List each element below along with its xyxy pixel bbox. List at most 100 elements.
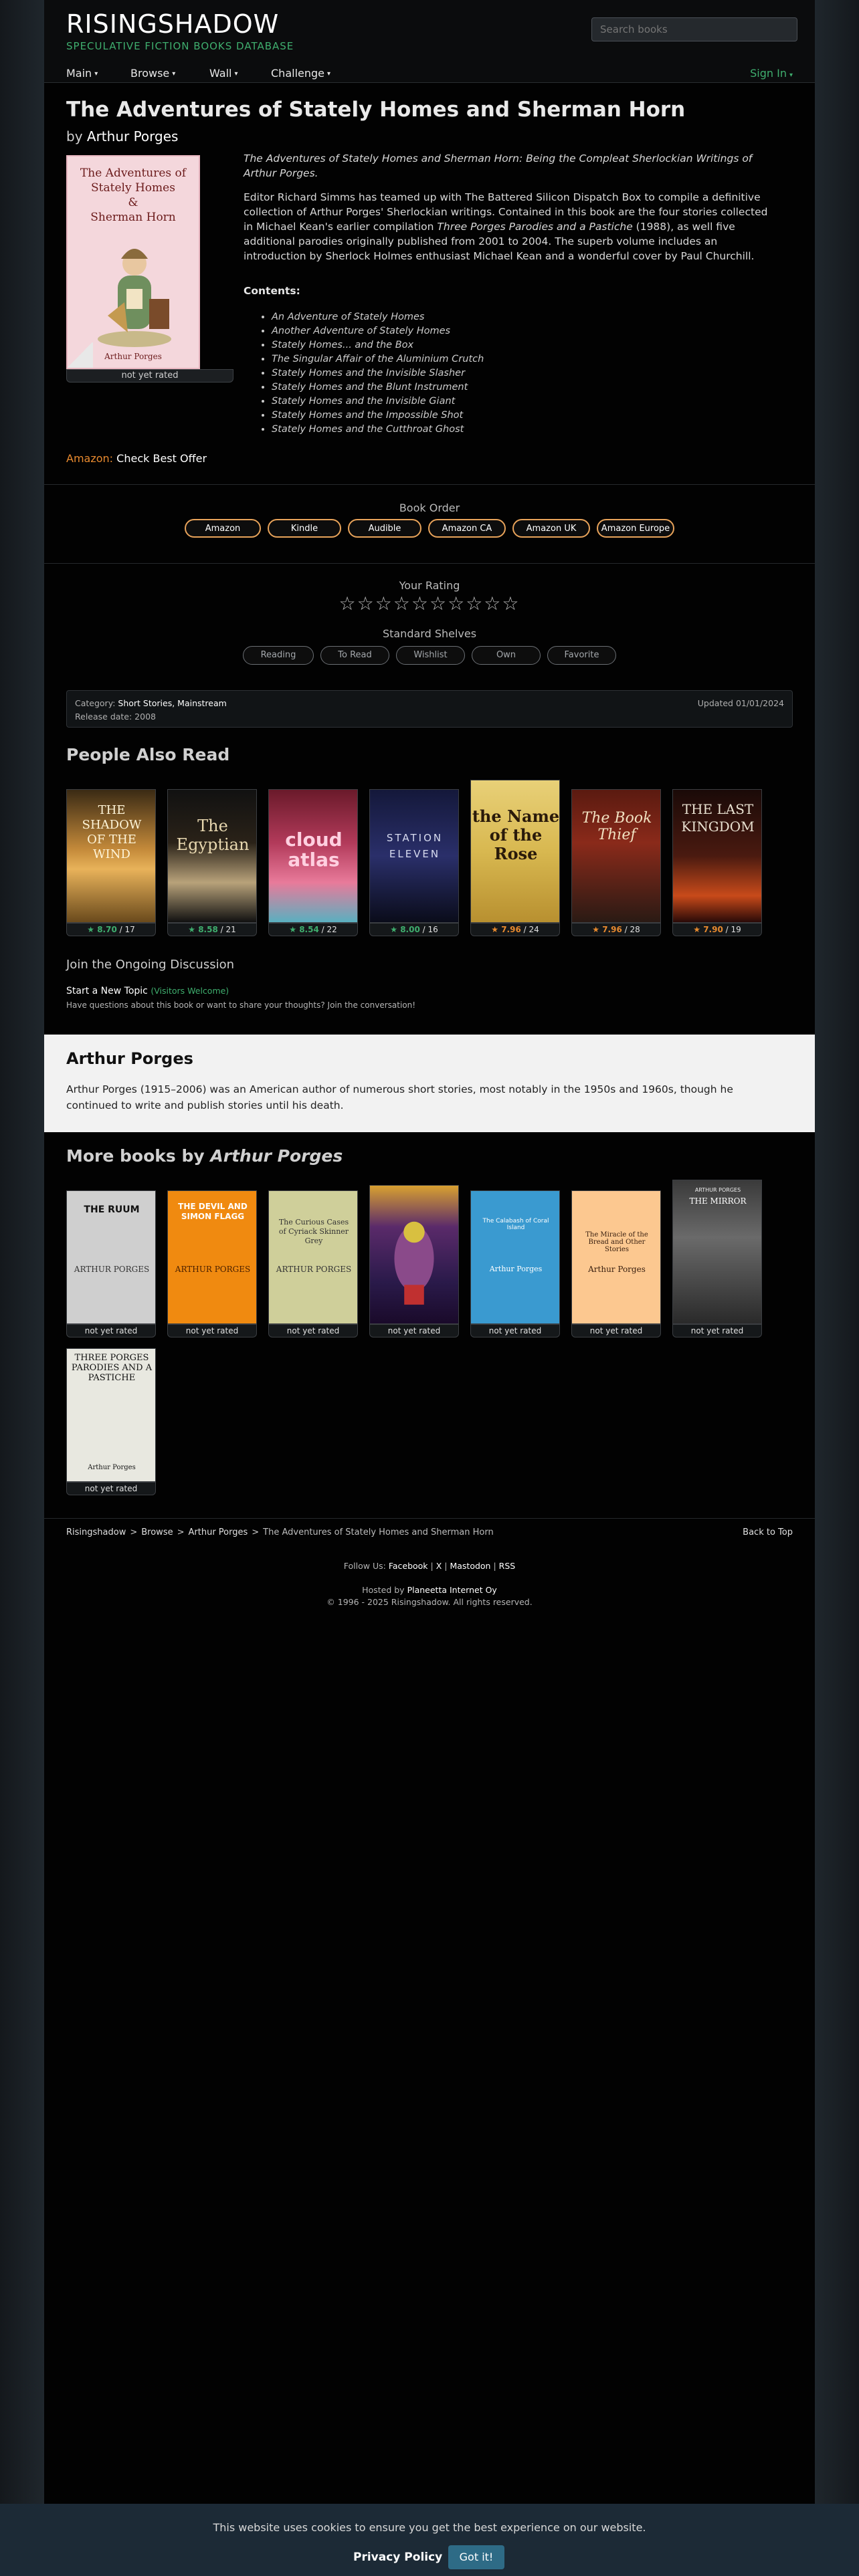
cover-text: THE LAST KINGDOM xyxy=(681,801,755,835)
corner-flag-icon xyxy=(66,342,93,368)
shelf-favorite-button[interactable]: Favorite xyxy=(547,646,616,665)
footer-hosted: Hosted by Planeetta Internet Oy xyxy=(44,1585,815,1595)
rating-count: 21 xyxy=(225,925,236,934)
cover-author: Arthur Porges xyxy=(88,1464,136,1471)
rating-score: 7.96 xyxy=(602,925,622,934)
cover-text: THE SHADOW OF THE WIND xyxy=(82,803,142,861)
mastodon-link[interactable]: Mastodon xyxy=(450,1561,490,1571)
contents-item: Stately Homes and the Blunt Instrument xyxy=(272,381,484,395)
nav-main[interactable]: Main ▾ xyxy=(66,67,98,80)
rating-score: 8.54 xyxy=(299,925,319,934)
cover-text: The Curious Cases of Cyriack Skinner Gre… xyxy=(278,1218,349,1245)
order-amazon-ca-button[interactable]: Amazon CA xyxy=(428,519,506,538)
back-to-top-link[interactable]: Back to Top xyxy=(743,1527,793,1537)
book-order-heading: Book Order xyxy=(399,502,460,514)
cookie-accept-button[interactable]: Got it! xyxy=(448,2545,504,2569)
breadcrumb-separator: > xyxy=(252,1527,260,1537)
book-rating: ★ 7.90 / 19 xyxy=(672,923,762,936)
more-books-author: Arthur Porges xyxy=(210,1146,343,1166)
divider xyxy=(44,484,815,485)
shelf-to-read-button[interactable]: To Read xyxy=(320,646,389,665)
nav-wall[interactable]: Wall ▾ xyxy=(209,67,238,80)
author-box: Arthur Porges Arthur Porges (1915–2006) … xyxy=(44,1035,815,1132)
rating-score: 8.00 xyxy=(400,925,420,934)
author-name: Arthur Porges xyxy=(66,1049,193,1068)
breadcrumb-author[interactable]: Arthur Porges xyxy=(189,1527,248,1537)
page: RISINGSHADOW SPECULATIVE FICTION BOOKS D… xyxy=(44,0,815,2576)
cover-author: Arthur Porges xyxy=(489,1265,543,1273)
sign-in-link[interactable]: Sign In ▾ xyxy=(750,67,793,80)
order-amazon-uk-button[interactable]: Amazon UK xyxy=(512,519,590,538)
rss-link[interactable]: RSS xyxy=(499,1561,516,1571)
category-value[interactable]: Short Stories, Mainstream xyxy=(118,698,226,708)
cover-text: The Book Thief xyxy=(581,810,652,843)
breadcrumb: Risingshadow > Browse > Arthur Porges > The Ad… xyxy=(66,1527,494,1537)
contents-item: An Adventure of Stately Homes xyxy=(272,310,484,324)
page-title: The Adventures of Stately Homes and Sher… xyxy=(66,98,686,122)
more-books-heading: More books by Arthur Porges xyxy=(66,1146,343,1166)
privacy-policy-link[interactable]: Privacy Policy xyxy=(353,2551,442,2564)
star-icon: ★ xyxy=(390,925,401,934)
contents-item: Stately Homes and the Invisible Giant xyxy=(272,395,484,409)
shelf-wishlist-button[interactable]: Wishlist xyxy=(396,646,465,665)
book-cover[interactable]: The Adventures of Stately Homes & Sherma… xyxy=(66,155,200,369)
divider xyxy=(44,563,815,564)
breadcrumb-current: The Adventures of Stately Homes and Sher… xyxy=(263,1527,494,1537)
nav-browse[interactable]: Browse ▾ xyxy=(130,67,175,80)
shelf-buttons: Reading To Read Wishlist Own Favorite xyxy=(44,646,815,665)
host-link[interactable]: Planeetta Internet Oy xyxy=(407,1585,497,1595)
nav-browse-label: Browse xyxy=(130,67,170,80)
star-rating-input[interactable]: ☆☆☆☆☆☆☆☆☆☆ xyxy=(44,593,815,615)
amazon-label: Amazon: xyxy=(66,452,114,465)
breadcrumb-separator: > xyxy=(130,1527,138,1537)
amazon-offer[interactable]: Amazon: Check Best Offer xyxy=(66,452,207,465)
cover-illustration xyxy=(394,1221,434,1305)
book-rating: ★ 7.96 / 28 xyxy=(571,923,661,936)
author-link[interactable]: Arthur Porges xyxy=(87,128,179,144)
amazon-offer-link[interactable]: Check Best Offer xyxy=(116,452,207,465)
facebook-link[interactable]: Facebook xyxy=(389,1561,428,1571)
book-cover: THE LAST KINGDOM xyxy=(672,789,762,923)
book-cover xyxy=(369,1185,459,1324)
order-kindle-button[interactable]: Kindle xyxy=(268,519,341,538)
footer-follow: Follow Us: Facebook | X | Mastodon | RSS xyxy=(343,1561,516,1571)
order-amazon-europe-button[interactable]: Amazon Europe xyxy=(597,519,674,538)
cookie-message: This website uses cookies to ensure you … xyxy=(213,2521,646,2534)
star-icon: ★ xyxy=(289,925,300,934)
contents-item: Stately Homes and the Invisible Slasher xyxy=(272,366,484,381)
breadcrumb-browse[interactable]: Browse xyxy=(141,1527,173,1537)
rating-status: not yet rated xyxy=(470,1324,560,1337)
cover-title-line: The Adventures of xyxy=(80,167,187,180)
rating-status: not yet rated xyxy=(66,1324,156,1337)
book-rating: ★ 8.70 / 17 xyxy=(66,923,156,936)
cookie-banner: This website uses cookies to ensure you … xyxy=(0,2504,859,2576)
contents-heading: Contents: xyxy=(244,285,300,297)
order-audible-button[interactable]: Audible xyxy=(348,519,421,538)
cover-author: ARTHUR PORGES xyxy=(276,1265,352,1274)
shelf-own-button[interactable]: Own xyxy=(472,646,541,665)
chevron-down-icon: ▾ xyxy=(94,70,98,78)
book-cover: The Curious Cases of Cyriack Skinner Gre… xyxy=(268,1190,358,1324)
rating-count: 17 xyxy=(124,925,135,934)
shelf-reading-button[interactable]: Reading xyxy=(243,646,314,665)
nav-challenge[interactable]: Challenge ▾ xyxy=(271,67,330,80)
cover-text: The Miracle of the Bread and Other Stori… xyxy=(585,1231,648,1253)
star-icon: ★ xyxy=(592,925,603,934)
order-amazon-button[interactable]: Amazon xyxy=(185,519,261,538)
site-logo[interactable]: RISINGSHADOW xyxy=(66,9,279,39)
breadcrumb-home[interactable]: Risingshadow xyxy=(66,1527,126,1537)
cover-title-line: Stately Homes xyxy=(91,181,175,195)
contents-list: An Adventure of Stately Homes Another Ad… xyxy=(272,310,484,437)
x-link[interactable]: X xyxy=(436,1561,442,1571)
new-topic-link[interactable]: Start a New Topic (Visitors Welcome) xyxy=(66,986,229,996)
search-input[interactable] xyxy=(591,17,797,41)
star-icon: ★ xyxy=(693,925,704,934)
hosted-label: Hosted by xyxy=(362,1585,405,1595)
cover-title-line: Sherman Horn xyxy=(90,211,176,224)
book-cover: The Book Thief xyxy=(571,789,661,923)
cover-text: The Egyptian xyxy=(176,817,250,854)
book-cover: The Calabash of Coral Island Arthur Porg… xyxy=(470,1190,560,1324)
book-cover: STATION ELEVEN xyxy=(369,789,459,923)
rating-status: not yet rated xyxy=(167,1324,257,1337)
rating-count: 28 xyxy=(630,925,640,934)
